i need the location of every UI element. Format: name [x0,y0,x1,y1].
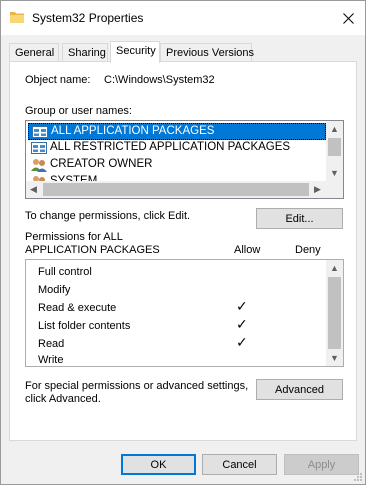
allow-check-icon: ✓ [236,317,248,333]
allow-header: Allow [234,244,261,256]
permissions-for-label-line1: Permissions for ALL [25,231,123,243]
scroll-thumb[interactable] [328,277,341,349]
close-button[interactable] [331,1,365,35]
allow-check-icon: ✓ [236,299,248,315]
scroll-left-icon[interactable]: ◀ [30,185,37,194]
apply-button[interactable]: Apply [284,454,359,475]
properties-dialog: System32 Properties General Sharing Secu… [0,0,366,485]
close-icon [342,12,354,24]
list-item[interactable]: ALL APPLICATION PACKAGES [28,123,326,140]
group-name: ALL APPLICATION PACKAGES [51,125,215,137]
security-panel: Object name: C:\Windows\System32 Group o… [9,61,357,441]
scroll-thumb[interactable] [328,138,341,156]
scroll-down-icon[interactable]: ▼ [330,169,339,178]
users-icon [31,159,47,172]
cancel-button[interactable]: Cancel [202,454,277,475]
permission-read-execute: Read & execute [38,302,117,314]
object-name-label: Object name: [25,74,91,86]
deny-header: Deny [295,244,321,256]
scroll-down-icon[interactable]: ▼ [330,354,339,363]
list-item[interactable]: CREATOR OWNER [28,157,152,174]
permission-read: Read [38,338,65,350]
group-list[interactable]: ALL APPLICATION PACKAGES ALL RESTRICTED … [25,120,344,199]
advanced-button[interactable]: Advanced [256,379,343,400]
permissions-vscrollbar[interactable]: ▲ ▼ [326,260,343,366]
permission-full-control: Full control [38,266,92,278]
group-list-vscrollbar[interactable]: ▲ ▼ [326,121,343,181]
app-packages-icon [31,142,47,154]
list-item[interactable]: ALL RESTRICTED APPLICATION PACKAGES [28,140,290,157]
permissions-for-label-line2: APPLICATION PACKAGES [25,244,160,256]
edit-button[interactable]: Edit... [256,208,343,229]
group-list-hscrollbar[interactable]: ◀ ▶ [26,181,343,198]
group-name: CREATOR OWNER [50,158,153,170]
folder-icon [10,12,24,23]
app-packages-icon [32,126,48,138]
tab-security[interactable]: Security [110,41,160,63]
group-name: ALL RESTRICTED APPLICATION PACKAGES [50,141,291,153]
permission-list-folder-contents: List folder contents [38,320,131,332]
tab-general[interactable]: General [9,43,59,62]
allow-check-icon: ✓ [236,335,248,351]
change-permissions-text: To change permissions, click Edit. [25,210,191,222]
ok-button[interactable]: OK [121,454,196,475]
special-permissions-text-line2: click Advanced. [25,393,101,405]
special-permissions-text-line1: For special permissions or advanced sett… [25,380,249,392]
permissions-list[interactable]: Full control Modify Read & execute ✓ Lis… [25,259,344,367]
title-bar[interactable]: System32 Properties [1,1,365,35]
tab-sharing[interactable]: Sharing [62,43,108,62]
scroll-up-icon[interactable]: ▲ [330,125,339,134]
window-title: System32 Properties [32,11,144,25]
object-name-value: C:\Windows\System32 [104,74,215,86]
permission-modify: Modify [38,284,71,296]
scroll-up-icon[interactable]: ▲ [330,264,339,273]
tab-previous-versions[interactable]: Previous Versions [160,43,254,62]
scroll-right-icon[interactable]: ▶ [314,185,321,194]
permission-write: Write [38,354,64,366]
group-label: Group or user names: [25,105,132,117]
scroll-thumb[interactable] [43,183,309,196]
resize-grip-icon[interactable] [353,472,363,482]
